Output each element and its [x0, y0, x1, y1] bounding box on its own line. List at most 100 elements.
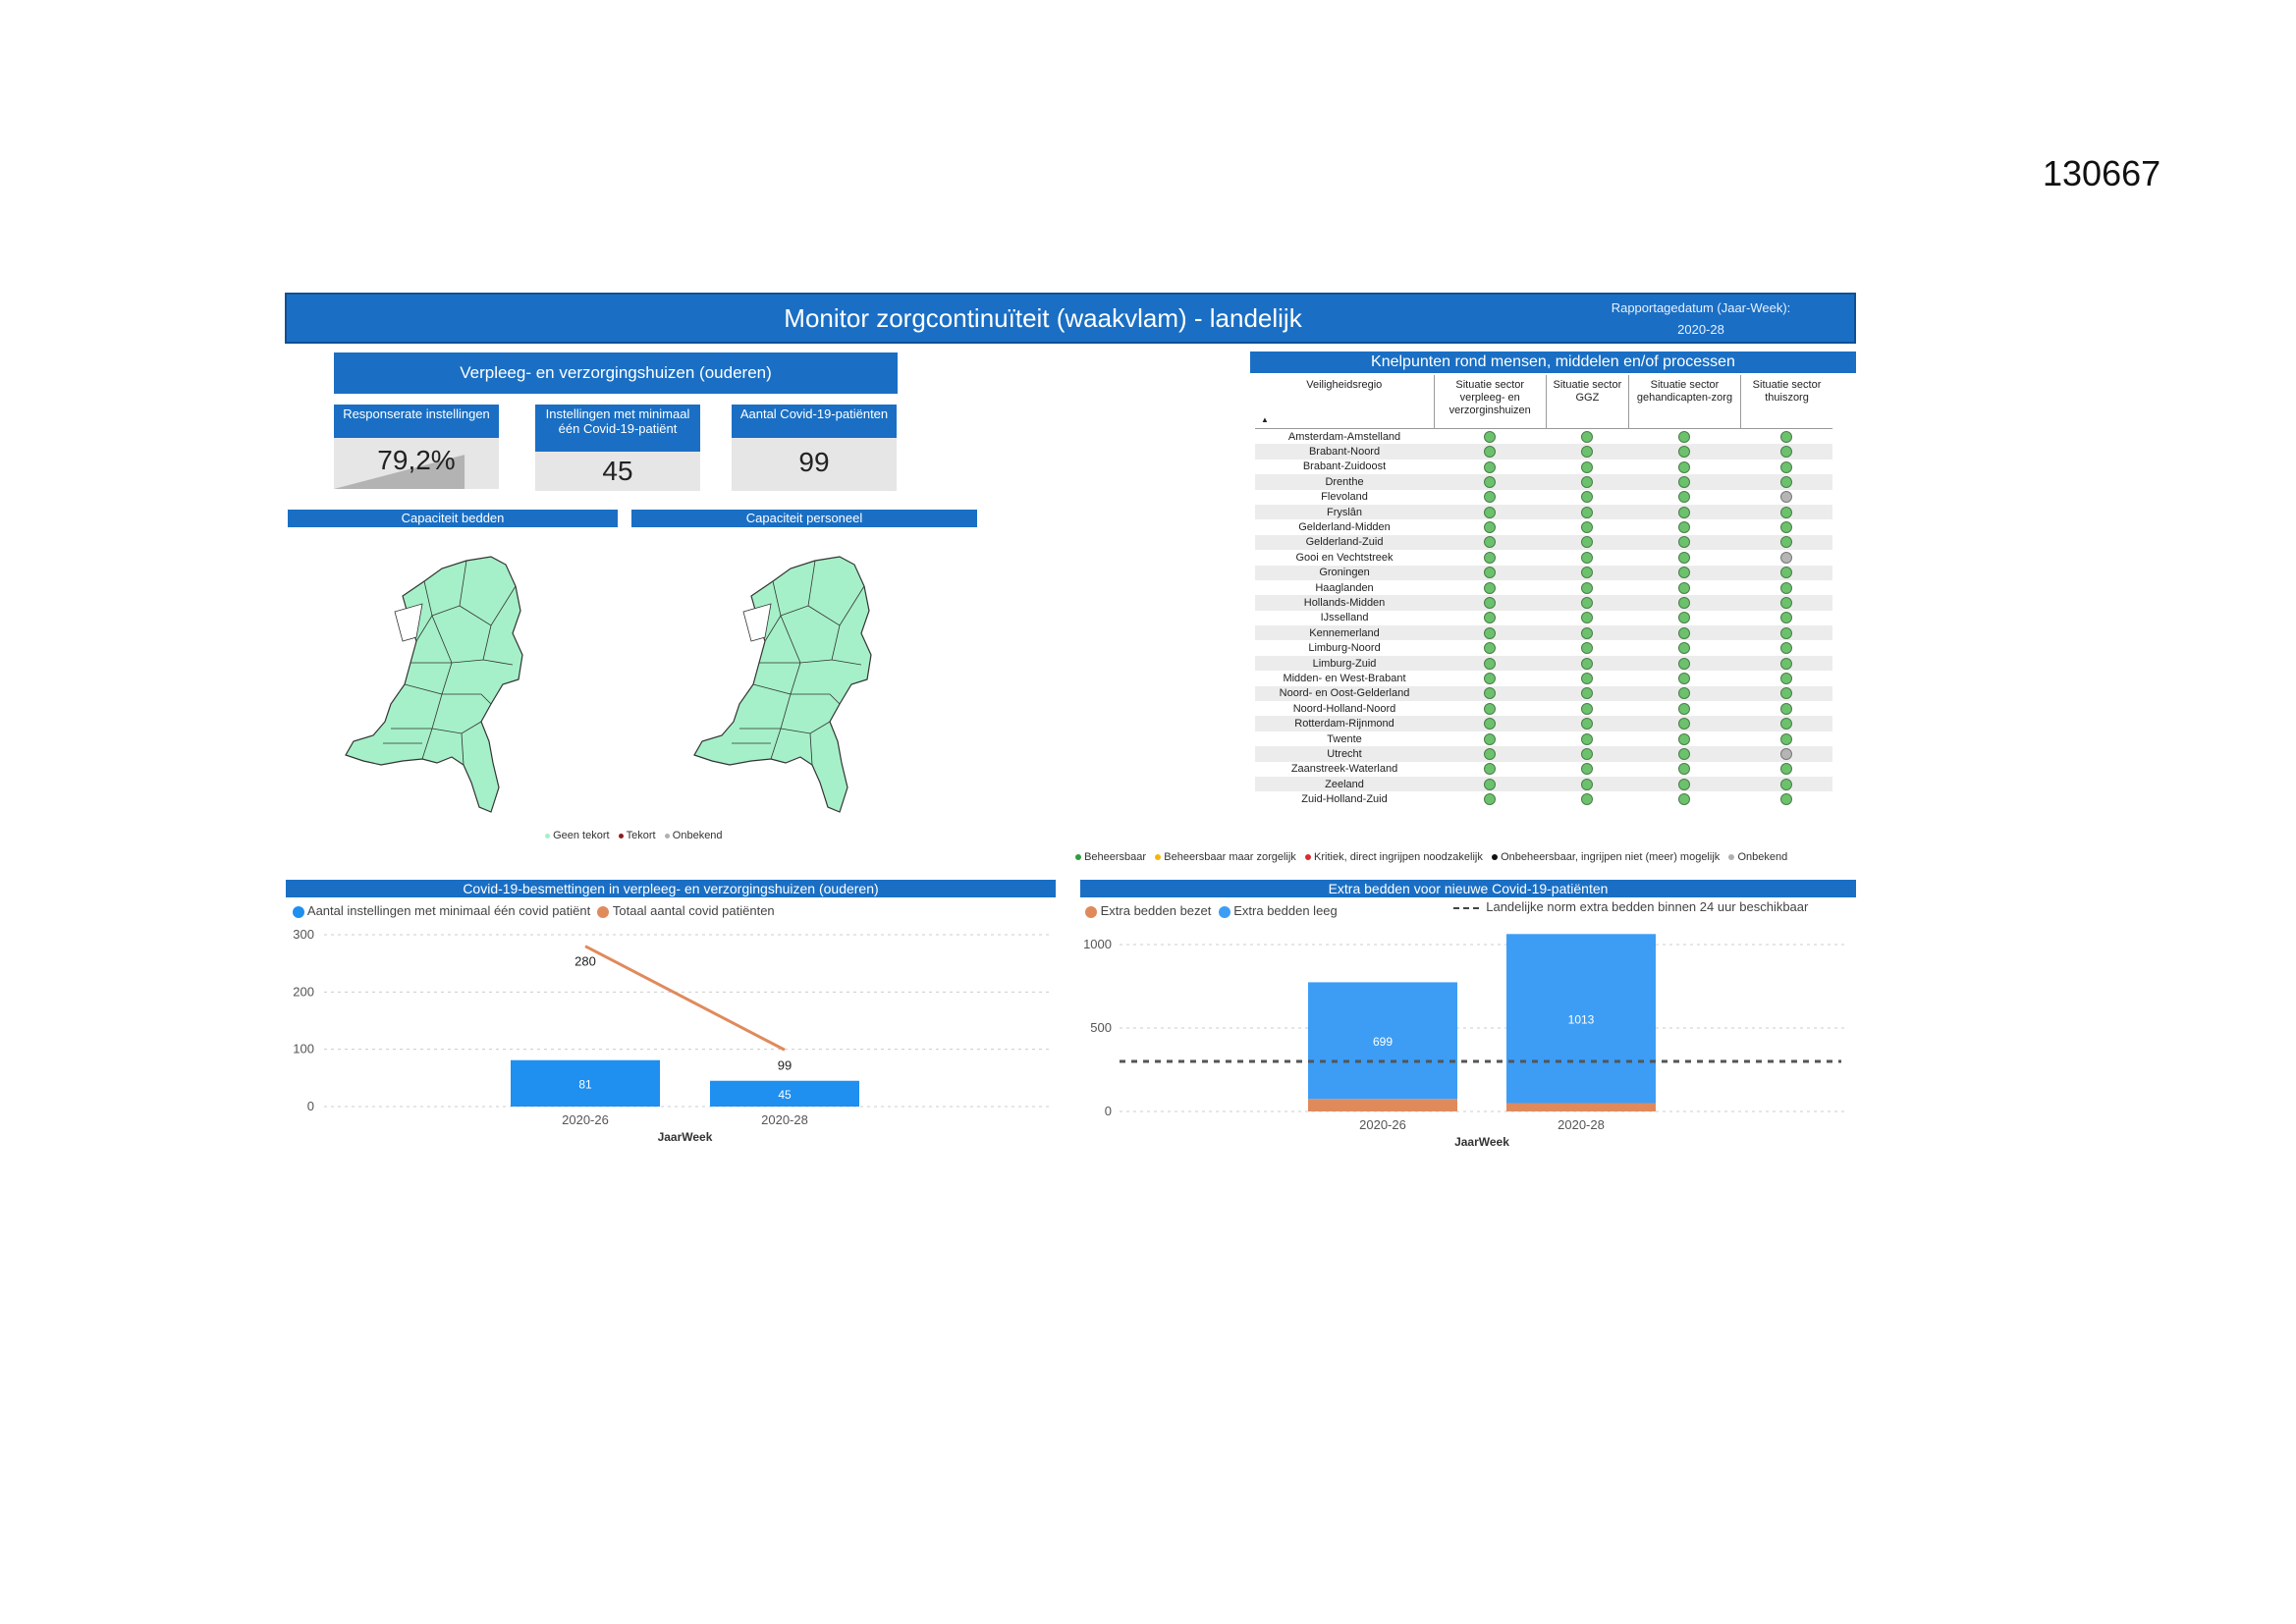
- status-dot[interactable]: [1484, 657, 1497, 670]
- status-dot[interactable]: [1581, 747, 1594, 760]
- col-header-region[interactable]: Veiligheidsregio ▲: [1255, 375, 1435, 429]
- col-header-ggz[interactable]: Situatie sector GGZ: [1546, 375, 1629, 429]
- col-header-tz[interactable]: Situatie sector thuiszorg: [1740, 375, 1832, 429]
- status-dot[interactable]: [1678, 732, 1691, 745]
- status-dot[interactable]: [1678, 567, 1691, 579]
- status-dot[interactable]: [1678, 642, 1691, 655]
- status-dot[interactable]: [1581, 763, 1594, 776]
- status-dot[interactable]: [1780, 597, 1793, 610]
- status-dot[interactable]: [1581, 778, 1594, 790]
- status-dot[interactable]: [1678, 657, 1691, 670]
- status-dot[interactable]: [1484, 747, 1497, 760]
- status-dot[interactable]: [1780, 763, 1793, 776]
- status-dot[interactable]: [1678, 778, 1691, 790]
- status-dot[interactable]: [1484, 475, 1497, 488]
- status-dot[interactable]: [1780, 672, 1793, 684]
- status-dot[interactable]: [1678, 612, 1691, 624]
- status-dot[interactable]: [1678, 475, 1691, 488]
- status-dot[interactable]: [1780, 475, 1793, 488]
- status-dot[interactable]: [1780, 506, 1793, 518]
- status-dot[interactable]: [1581, 536, 1594, 549]
- status-dot[interactable]: [1678, 551, 1691, 564]
- status-dot[interactable]: [1484, 567, 1497, 579]
- status-dot[interactable]: [1484, 430, 1497, 443]
- status-dot[interactable]: [1780, 657, 1793, 670]
- status-dot[interactable]: [1484, 460, 1497, 473]
- status-dot[interactable]: [1484, 642, 1497, 655]
- status-dot[interactable]: [1780, 687, 1793, 700]
- status-dot[interactable]: [1581, 793, 1594, 806]
- status-dot[interactable]: [1581, 551, 1594, 564]
- status-dot[interactable]: [1581, 567, 1594, 579]
- status-dot[interactable]: [1780, 521, 1793, 534]
- status-dot[interactable]: [1780, 551, 1793, 564]
- status-dot[interactable]: [1780, 747, 1793, 760]
- status-dot[interactable]: [1484, 612, 1497, 624]
- status-dot[interactable]: [1780, 702, 1793, 715]
- status-dot[interactable]: [1780, 536, 1793, 549]
- status-dot[interactable]: [1581, 687, 1594, 700]
- status-dot[interactable]: [1581, 732, 1594, 745]
- col-header-vv[interactable]: Situatie sector verpleeg- en verzorginsh…: [1434, 375, 1547, 429]
- status-dot[interactable]: [1484, 718, 1497, 731]
- status-dot[interactable]: [1581, 612, 1594, 624]
- status-dot[interactable]: [1484, 446, 1497, 459]
- status-dot[interactable]: [1780, 626, 1793, 639]
- status-dot[interactable]: [1581, 672, 1594, 684]
- status-dot[interactable]: [1780, 430, 1793, 443]
- status-dot[interactable]: [1484, 793, 1497, 806]
- status-dot[interactable]: [1581, 446, 1594, 459]
- status-dot[interactable]: [1484, 551, 1497, 564]
- status-dot[interactable]: [1678, 430, 1691, 443]
- status-dot[interactable]: [1678, 747, 1691, 760]
- status-dot[interactable]: [1678, 581, 1691, 594]
- status-dot[interactable]: [1678, 763, 1691, 776]
- status-dot[interactable]: [1780, 460, 1793, 473]
- status-dot[interactable]: [1678, 521, 1691, 534]
- status-dot[interactable]: [1581, 626, 1594, 639]
- status-dot[interactable]: [1581, 460, 1594, 473]
- status-dot[interactable]: [1678, 597, 1691, 610]
- status-dot[interactable]: [1678, 446, 1691, 459]
- status-dot[interactable]: [1780, 567, 1793, 579]
- status-dot[interactable]: [1678, 702, 1691, 715]
- status-dot[interactable]: [1581, 506, 1594, 518]
- status-dot[interactable]: [1581, 642, 1594, 655]
- status-dot[interactable]: [1581, 718, 1594, 731]
- status-dot[interactable]: [1581, 475, 1594, 488]
- status-dot[interactable]: [1581, 491, 1594, 504]
- status-dot[interactable]: [1780, 446, 1793, 459]
- status-dot[interactable]: [1678, 718, 1691, 731]
- sort-ascending-icon[interactable]: ▲: [1261, 413, 1269, 426]
- status-dot[interactable]: [1484, 597, 1497, 610]
- status-dot[interactable]: [1780, 732, 1793, 745]
- status-dot[interactable]: [1780, 778, 1793, 790]
- status-dot[interactable]: [1678, 491, 1691, 504]
- status-dot[interactable]: [1678, 672, 1691, 684]
- status-dot[interactable]: [1484, 732, 1497, 745]
- status-dot[interactable]: [1678, 536, 1691, 549]
- status-dot[interactable]: [1780, 612, 1793, 624]
- status-dot[interactable]: [1780, 642, 1793, 655]
- status-dot[interactable]: [1484, 521, 1497, 534]
- status-dot[interactable]: [1581, 521, 1594, 534]
- status-dot[interactable]: [1581, 597, 1594, 610]
- col-header-gz[interactable]: Situatie sector gehandicapten-zorg: [1628, 375, 1742, 429]
- status-dot[interactable]: [1581, 581, 1594, 594]
- status-dot[interactable]: [1581, 430, 1594, 443]
- status-dot[interactable]: [1678, 460, 1691, 473]
- status-dot[interactable]: [1484, 491, 1497, 504]
- status-dot[interactable]: [1484, 778, 1497, 790]
- status-dot[interactable]: [1484, 672, 1497, 684]
- status-dot[interactable]: [1678, 506, 1691, 518]
- status-dot[interactable]: [1780, 718, 1793, 731]
- status-dot[interactable]: [1780, 793, 1793, 806]
- status-dot[interactable]: [1484, 687, 1497, 700]
- status-dot[interactable]: [1581, 657, 1594, 670]
- status-dot[interactable]: [1678, 687, 1691, 700]
- status-dot[interactable]: [1678, 793, 1691, 806]
- status-dot[interactable]: [1484, 506, 1497, 518]
- status-dot[interactable]: [1581, 702, 1594, 715]
- status-dot[interactable]: [1484, 581, 1497, 594]
- status-dot[interactable]: [1484, 536, 1497, 549]
